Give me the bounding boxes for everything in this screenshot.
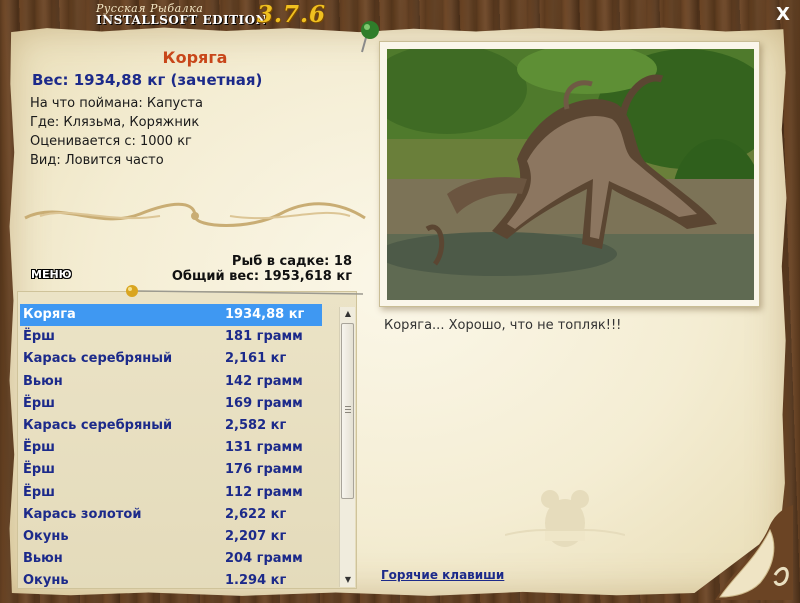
catch-list-row[interactable]: Вьюн 142 грамм	[20, 371, 322, 393]
catch-fish-weight: 142 грамм	[225, 373, 303, 389]
mouse-mascot-icon	[505, 490, 625, 547]
catch-fish-name: Окунь	[23, 529, 69, 544]
catch-fish-name: Вьюн	[23, 551, 63, 567]
arrow-down-icon[interactable]: ▼	[340, 573, 356, 587]
catch-fish-weight: 169 грамм	[225, 395, 303, 411]
catch-fish-name: Ёрш	[23, 329, 55, 345]
arrow-up-icon[interactable]: ▲	[340, 307, 356, 321]
close-button[interactable]: X	[772, 4, 794, 26]
catch-fish-name: Карась золотой	[23, 506, 142, 522]
scrollbar-thumb[interactable]	[341, 323, 354, 499]
fish-valued-from: Оценивается с: 1000 кг	[30, 134, 192, 149]
catch-list-row[interactable]: Окунь 1.294 кг	[20, 570, 322, 589]
logo-version: 3.7.6	[257, 1, 327, 28]
catch-list-row[interactable]: Коряга 1934,88 кг	[20, 304, 322, 326]
page-curl	[715, 505, 793, 600]
catch-list-row[interactable]: Ёрш 176 грамм	[20, 459, 322, 481]
catch-fish-weight: 2,161 кг	[225, 351, 287, 367]
fish-bait: На что поймана: Капуста	[30, 96, 203, 111]
logo-line2: INSTALLSOFT EDITION	[96, 13, 268, 27]
fish-location: Где: Клязьма, Коряжник	[30, 115, 200, 130]
catch-list-row[interactable]: Карась серебряный 2,161 кг	[20, 348, 322, 370]
fish-caption: Коряга... Хорошо, что не топляк!!!	[384, 318, 622, 333]
menu-button[interactable]: МЕНЮ	[31, 268, 75, 282]
catch-fish-weight: 131 грамм	[225, 440, 303, 456]
catch-list: Коряга 1934,88 кг Ёрш 181 грамм Карась сереб…	[17, 291, 357, 589]
fish-weight: Вес: 1934,88 кг (зачетная)	[32, 71, 263, 89]
fish-photo	[387, 49, 754, 300]
ornament-divider	[24, 202, 366, 227]
total-weight: Общий вес: 1953,618 кг	[171, 269, 352, 284]
list-scrollbar[interactable]: ▲ ▼	[339, 307, 355, 587]
catch-fish-weight: 2,582 кг	[225, 418, 287, 433]
list-pin-icon	[126, 285, 364, 297]
fish-name: Коряга	[162, 48, 228, 67]
catch-fish-name: Ёрш	[23, 440, 55, 456]
hotkeys-link[interactable]: Горячие клавиши	[381, 568, 504, 582]
catch-list-row[interactable]: Карась серебряный 2,582 кг	[20, 415, 322, 437]
catch-fish-weight: 112 грамм	[225, 484, 303, 500]
catch-list-row[interactable]: Карась золотой 2,622 кг	[20, 504, 322, 526]
catch-fish-name: Вьюн	[23, 373, 63, 389]
catch-fish-name: Ёрш	[23, 395, 55, 411]
catch-list-row[interactable]: Ёрш 169 грамм	[20, 393, 322, 415]
catch-fish-name: Окунь	[23, 573, 69, 589]
catch-list-row[interactable]: Окунь 2,207 кг	[20, 526, 322, 548]
fish-in-cage: Рыб в садке: 18	[231, 254, 352, 269]
catch-fish-name: Карась серебряный	[23, 351, 173, 367]
catch-fish-weight: 1.294 кг	[225, 573, 287, 589]
catch-fish-weight: 1934,88 кг	[225, 307, 305, 322]
title-bar: Русская Рыбалка INSTALLSOFT EDITION 3.7.…	[0, 0, 800, 30]
catch-list-row[interactable]: Ёрш 181 грамм	[20, 326, 322, 348]
fish-photo-frame	[379, 41, 760, 307]
catch-fish-weight: 181 грамм	[225, 329, 303, 345]
fish-frequency: Вид: Ловится часто	[30, 153, 164, 168]
catch-fish-name: Ёрш	[23, 484, 55, 500]
catch-fish-weight: 2,207 кг	[225, 529, 287, 544]
catch-fish-weight: 2,622 кг	[225, 506, 287, 522]
catch-fish-name: Коряга	[23, 307, 76, 322]
catch-list-row[interactable]: Ёрш 131 грамм	[20, 437, 322, 459]
catch-fish-weight: 176 грамм	[225, 462, 303, 478]
catch-list-row[interactable]: Ёрш 112 грамм	[20, 482, 322, 504]
catch-list-row[interactable]: Вьюн 204 грамм	[20, 548, 322, 570]
catch-fish-name: Карась серебряный	[23, 418, 173, 433]
catch-fish-name: Ёрш	[23, 462, 55, 478]
catch-fish-weight: 204 грамм	[225, 551, 303, 567]
